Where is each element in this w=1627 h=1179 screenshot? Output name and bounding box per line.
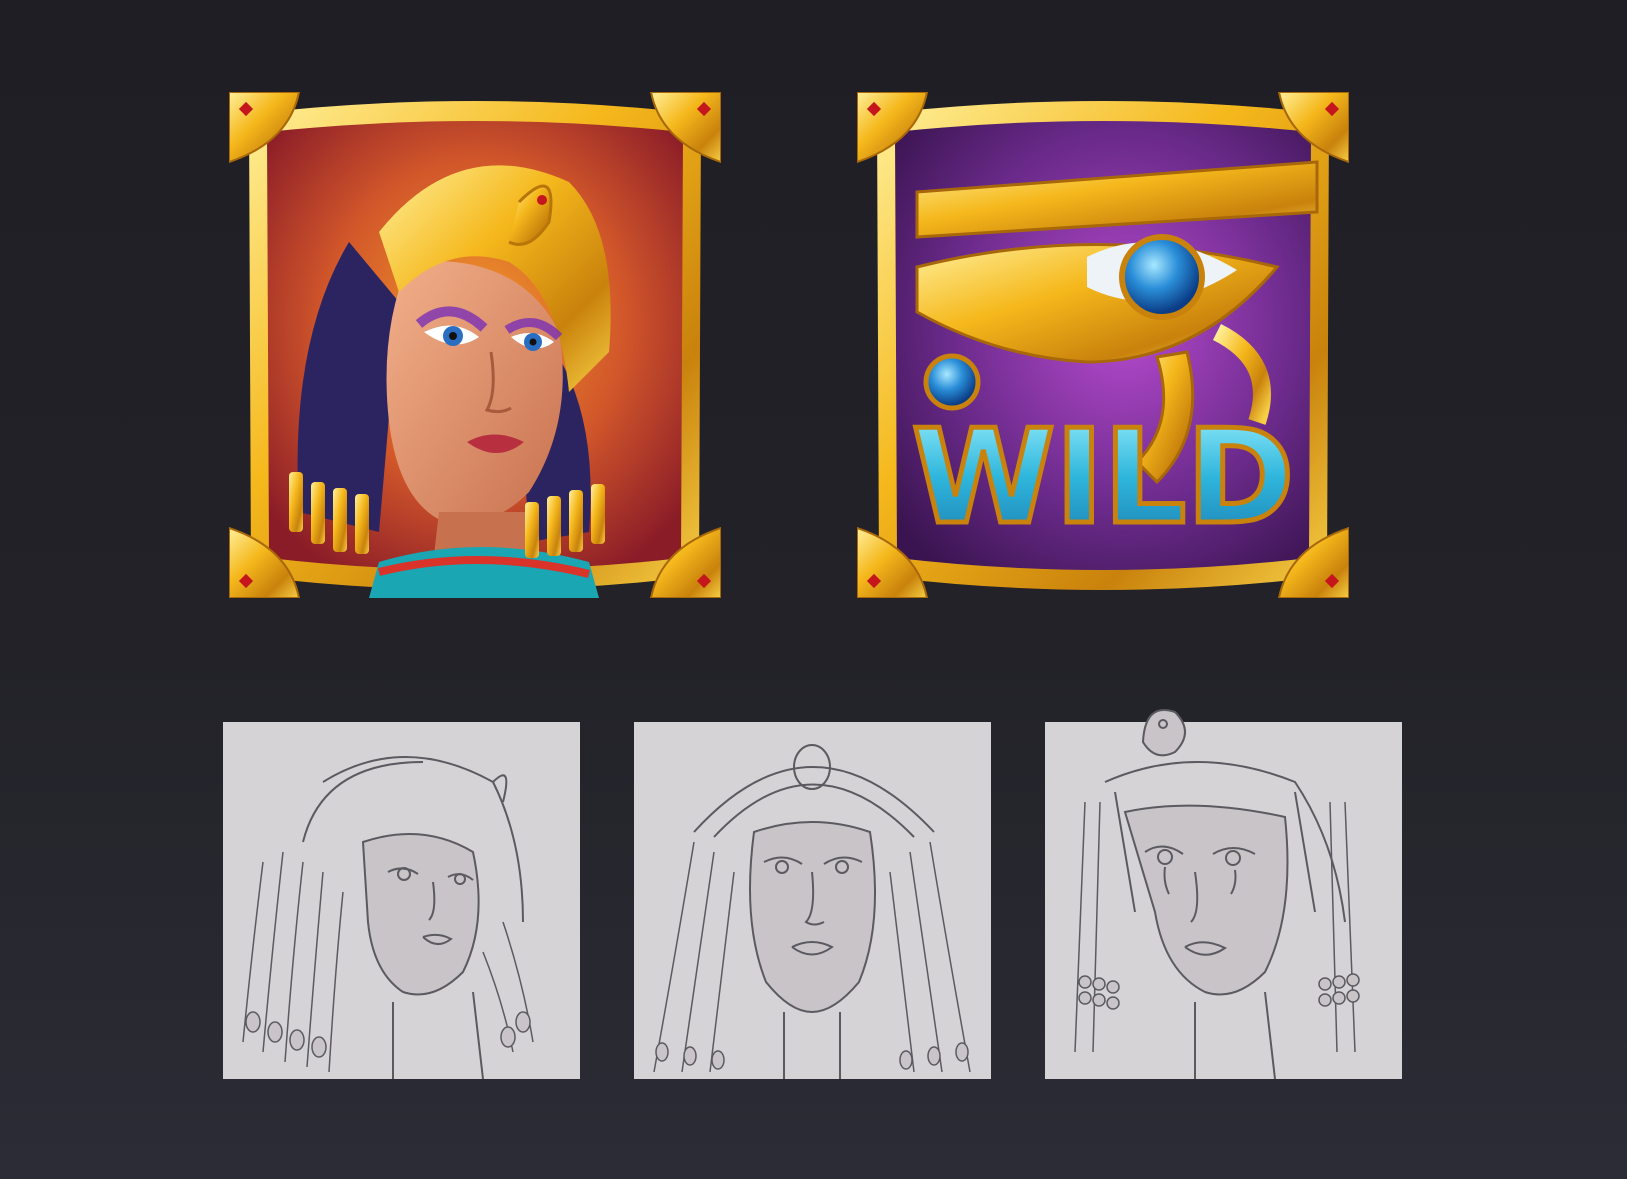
queen-symbol	[229, 92, 721, 598]
blue-gem-icon	[1119, 234, 1205, 320]
sketch-panel-3	[1045, 709, 1402, 1080]
sketch-portrait-1	[223, 722, 580, 1080]
wild-symbol-art: WILD	[857, 92, 1349, 598]
sketch-portrait-2	[634, 722, 991, 1079]
cobra-gem	[537, 195, 547, 205]
wild-text: WILD	[912, 401, 1295, 553]
wild-symbol: WILD	[857, 92, 1349, 598]
sketch-panel-2	[634, 722, 991, 1079]
queen-symbol-art	[229, 92, 721, 598]
sketch-panel-1	[223, 722, 580, 1080]
sketch-portrait-3	[1045, 709, 1402, 1080]
